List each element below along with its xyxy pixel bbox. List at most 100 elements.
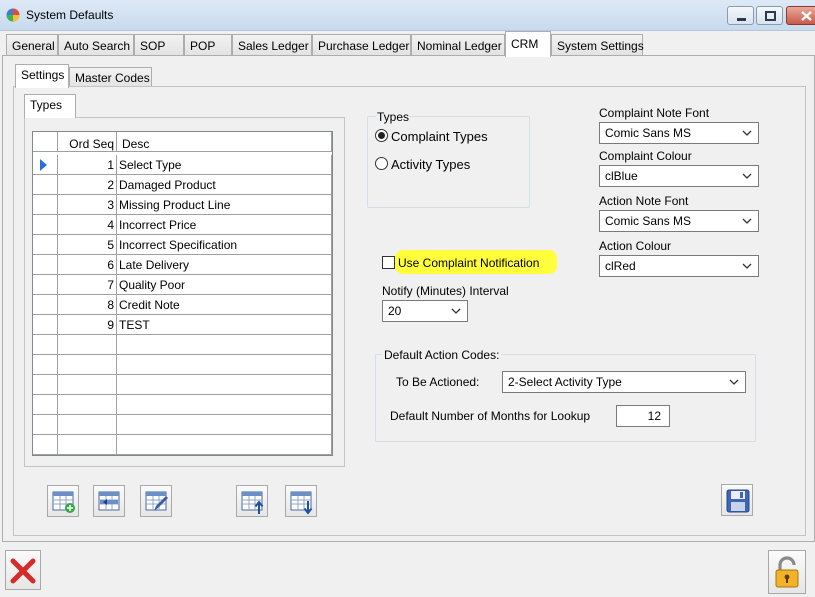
table-row-seq[interactable]: 7: [58, 275, 117, 295]
table-row-desc[interactable]: Incorrect Price: [117, 215, 332, 235]
close-icon: [801, 11, 812, 21]
current-row-arrow-icon: [40, 159, 47, 171]
empty-cell: [33, 355, 58, 375]
action-note-font-select[interactable]: Comic Sans MS: [599, 210, 759, 232]
empty-cell[interactable]: [117, 435, 332, 455]
edit-row-button[interactable]: [140, 485, 172, 517]
tab-general[interactable]: General: [6, 34, 58, 56]
types-group-label: Types: [376, 110, 411, 124]
empty-cell: [33, 375, 58, 395]
action-colour-value: clRed: [605, 259, 636, 273]
complaint-types-label[interactable]: Complaint Types: [391, 129, 488, 144]
cancel-button[interactable]: [5, 550, 41, 590]
tab-settings[interactable]: Settings: [15, 64, 69, 88]
empty-cell[interactable]: [58, 375, 117, 395]
table-edit-icon: [145, 491, 168, 511]
tab-crm[interactable]: CRM: [505, 31, 551, 57]
table-move-down-icon: [290, 491, 313, 515]
move-up-button[interactable]: [236, 485, 268, 517]
empty-cell[interactable]: [58, 335, 117, 355]
tab-nominal-ledger[interactable]: Nominal Ledger: [411, 34, 505, 56]
table-row-seq[interactable]: 9: [58, 315, 117, 335]
action-colour-select[interactable]: clRed: [599, 255, 759, 277]
table-row-seq[interactable]: 1: [58, 155, 117, 175]
table-row-desc[interactable]: Damaged Product: [117, 175, 332, 195]
complaint-colour-select[interactable]: clBlue: [599, 165, 759, 187]
activity-types-label[interactable]: Activity Types: [391, 157, 470, 172]
row-indicator: [33, 195, 58, 215]
complaint-colour-value: clBlue: [605, 169, 638, 183]
chevron-down-icon: [742, 263, 752, 269]
tab-master-codes[interactable]: Master Codes: [69, 67, 152, 88]
empty-cell[interactable]: [58, 435, 117, 455]
to-be-actioned-label: To Be Actioned:: [396, 375, 480, 389]
save-button[interactable]: [721, 484, 753, 516]
table-row-desc[interactable]: Select Type: [117, 155, 332, 175]
table-add-icon: [52, 491, 75, 513]
action-note-font-value: Comic Sans MS: [605, 214, 692, 228]
table-row-desc[interactable]: Late Delivery: [117, 255, 332, 275]
empty-cell[interactable]: [117, 375, 332, 395]
to-be-actioned-select[interactable]: 2-Select Activity Type: [502, 371, 746, 393]
window-title: System Defaults: [26, 8, 114, 22]
empty-cell[interactable]: [117, 335, 332, 355]
maximize-button[interactable]: [756, 6, 783, 25]
chevron-down-icon: [742, 218, 752, 224]
empty-cell[interactable]: [58, 355, 117, 375]
column-header-ord-seq[interactable]: Ord Seq: [58, 132, 117, 152]
table-row-seq[interactable]: 5: [58, 235, 117, 255]
tab-purchase-ledger[interactable]: Purchase Ledger: [312, 34, 411, 56]
tab-pop[interactable]: POP: [184, 34, 232, 56]
chevron-down-icon: [742, 130, 752, 136]
activity-types-radio[interactable]: [375, 157, 388, 170]
empty-cell: [33, 415, 58, 435]
table-row-seq[interactable]: 3: [58, 195, 117, 215]
table-move-up-icon: [241, 491, 264, 514]
table-row-desc[interactable]: Missing Product Line: [117, 195, 332, 215]
close-button[interactable]: [786, 6, 815, 25]
tab-sop[interactable]: SOP: [134, 34, 184, 56]
table-row-seq[interactable]: 2: [58, 175, 117, 195]
table-row-desc[interactable]: Credit Note: [117, 295, 332, 315]
red-x-icon: [10, 558, 36, 584]
move-down-button[interactable]: [285, 485, 317, 517]
empty-cell: [33, 335, 58, 355]
complaint-types-radio[interactable]: [375, 129, 388, 142]
table-row-desc[interactable]: Incorrect Specification: [117, 235, 332, 255]
add-row-button[interactable]: [47, 485, 79, 517]
use-complaint-notification-label[interactable]: Use Complaint Notification: [398, 256, 539, 270]
default-action-codes-group: [375, 354, 756, 442]
table-row-seq[interactable]: 8: [58, 295, 117, 315]
empty-cell[interactable]: [58, 395, 117, 415]
action-colour-label: Action Colour: [599, 239, 672, 253]
notify-interval-label: Notify (Minutes) Interval: [382, 284, 509, 298]
notify-interval-select[interactable]: 20: [382, 300, 468, 322]
tab-types[interactable]: Types: [24, 94, 76, 118]
chevron-down-icon: [451, 308, 461, 314]
tab-auto-search[interactable]: Auto Search: [58, 34, 134, 56]
types-grid[interactable]: Ord Seq Desc 1 Select Type 2 Damaged Pro…: [32, 131, 333, 456]
tab-system-settings[interactable]: System Settings: [551, 34, 644, 56]
remove-row-button[interactable]: [93, 485, 125, 517]
months-lookup-label: Default Number of Months for Lookup: [390, 409, 591, 423]
table-row-desc[interactable]: Quality Poor: [117, 275, 332, 295]
lock-button[interactable]: [768, 550, 806, 594]
title-bar[interactable]: System Defaults: [0, 0, 815, 31]
action-note-font-label: Action Note Font: [599, 194, 689, 208]
tab-sales-ledger[interactable]: Sales Ledger: [232, 34, 312, 56]
table-row-seq[interactable]: 6: [58, 255, 117, 275]
complaint-note-font-select[interactable]: Comic Sans MS: [599, 122, 759, 144]
use-complaint-notification-checkbox[interactable]: [382, 256, 395, 269]
column-header-desc[interactable]: Desc: [117, 132, 332, 152]
empty-cell[interactable]: [58, 415, 117, 435]
empty-cell[interactable]: [117, 395, 332, 415]
minimize-button[interactable]: [727, 6, 754, 25]
empty-cell[interactable]: [117, 355, 332, 375]
months-lookup-input[interactable]: 12: [616, 405, 670, 427]
row-indicator: [33, 175, 58, 195]
row-indicator: [33, 255, 58, 275]
table-row-seq[interactable]: 4: [58, 215, 117, 235]
empty-cell[interactable]: [117, 415, 332, 435]
row-indicator: [33, 275, 58, 295]
table-row-desc[interactable]: TEST: [117, 315, 332, 335]
